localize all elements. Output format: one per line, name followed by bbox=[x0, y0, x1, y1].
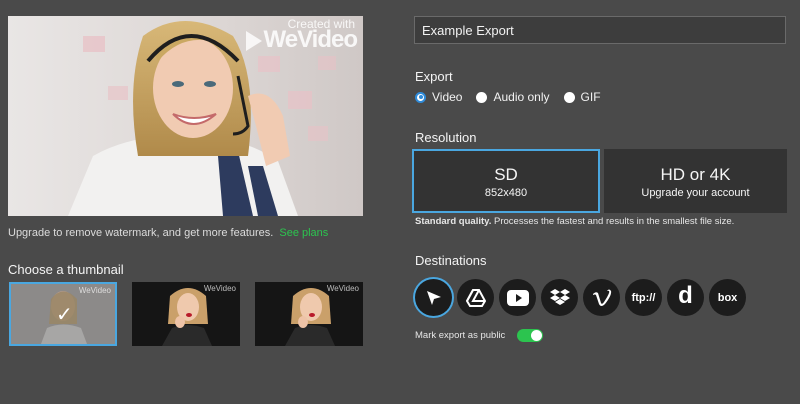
destination-dropbox[interactable] bbox=[541, 279, 578, 316]
destination-google-drive[interactable] bbox=[457, 279, 494, 316]
destinations-label: Destinations bbox=[415, 253, 487, 268]
destination-box[interactable]: box bbox=[709, 279, 746, 316]
radio-selected-icon bbox=[415, 91, 426, 103]
public-export-toggle[interactable] bbox=[517, 329, 544, 342]
youtube-icon bbox=[506, 289, 529, 306]
export-option-gif[interactable]: GIF bbox=[563, 90, 601, 104]
vimeo-icon bbox=[592, 289, 611, 306]
destination-youtube[interactable] bbox=[499, 279, 536, 316]
thumbnail-option-1[interactable]: WeVideo ✓ bbox=[9, 282, 117, 346]
quality-note-text: Processes the fastest and results in the… bbox=[494, 216, 735, 227]
resolution-hd-card[interactable]: HD or 4K Upgrade your account bbox=[604, 149, 787, 213]
quality-note: Standard quality. Processes the fastest … bbox=[415, 216, 734, 227]
dailymotion-icon: d bbox=[678, 282, 693, 309]
thumbnail-section-title: Choose a thumbnail bbox=[8, 262, 124, 277]
thumbnail-watermark-2: WeVideo bbox=[203, 284, 236, 293]
destination-dailymotion[interactable]: d bbox=[667, 279, 704, 316]
resolution-hd-title: HD or 4K bbox=[660, 165, 731, 184]
export-option-video[interactable]: Video bbox=[415, 90, 462, 104]
watermark-logo: WeVideo bbox=[245, 26, 358, 53]
wevideo-icon bbox=[426, 290, 441, 305]
export-option-audio-label: Audio only bbox=[493, 90, 550, 104]
video-preview: Created with WeVideo bbox=[8, 16, 363, 216]
resolution-sd-subtitle: 852x480 bbox=[484, 187, 528, 199]
watermark-logo-text: WeVideo bbox=[263, 26, 358, 53]
export-option-audio-only[interactable]: Audio only bbox=[476, 90, 550, 104]
thumbnail-option-2[interactable]: WeVideo bbox=[132, 282, 240, 346]
google-drive-icon bbox=[465, 288, 486, 307]
thumbnail-watermark-1: WeVideo bbox=[78, 286, 111, 295]
resolution-sd-card[interactable]: SD 852x480 bbox=[412, 149, 600, 213]
public-export-row: Mark export as public bbox=[415, 329, 544, 342]
resolution-sd-title: SD bbox=[494, 165, 518, 184]
radio-unselected-icon bbox=[563, 91, 575, 103]
export-type-options: Video Audio only GIF bbox=[415, 90, 601, 104]
see-plans-link[interactable]: See plans bbox=[279, 227, 328, 239]
destinations-list: ftp:// d box bbox=[415, 279, 746, 316]
ftp-icon: ftp:// bbox=[631, 291, 656, 304]
export-option-gif-label: GIF bbox=[580, 90, 601, 104]
destination-ftp[interactable]: ftp:// bbox=[625, 279, 662, 316]
dropbox-icon bbox=[549, 288, 570, 305]
export-option-video-label: Video bbox=[432, 90, 463, 104]
radio-unselected-icon bbox=[476, 91, 488, 103]
thumbnail-watermark-3: WeVideo bbox=[326, 284, 359, 293]
check-icon: ✓ bbox=[56, 304, 73, 326]
public-export-label: Mark export as public bbox=[415, 330, 506, 341]
quality-note-bold: Standard quality. bbox=[415, 216, 492, 227]
upgrade-text: Upgrade to remove watermark, and get mor… bbox=[8, 227, 274, 239]
toggle-knob bbox=[531, 330, 543, 341]
upgrade-message: Upgrade to remove watermark, and get mor… bbox=[8, 227, 328, 239]
thumbnail-option-3[interactable]: WeVideo bbox=[255, 282, 363, 346]
box-icon: box bbox=[717, 291, 738, 304]
play-logo-icon bbox=[245, 30, 262, 51]
destination-wevideo[interactable] bbox=[415, 279, 452, 316]
resolution-hd-subtitle: Upgrade your account bbox=[641, 187, 750, 199]
resolution-label: Resolution bbox=[415, 130, 477, 145]
export-label: Export bbox=[415, 69, 453, 84]
destination-vimeo[interactable] bbox=[583, 279, 620, 316]
export-name-input[interactable] bbox=[414, 16, 786, 44]
